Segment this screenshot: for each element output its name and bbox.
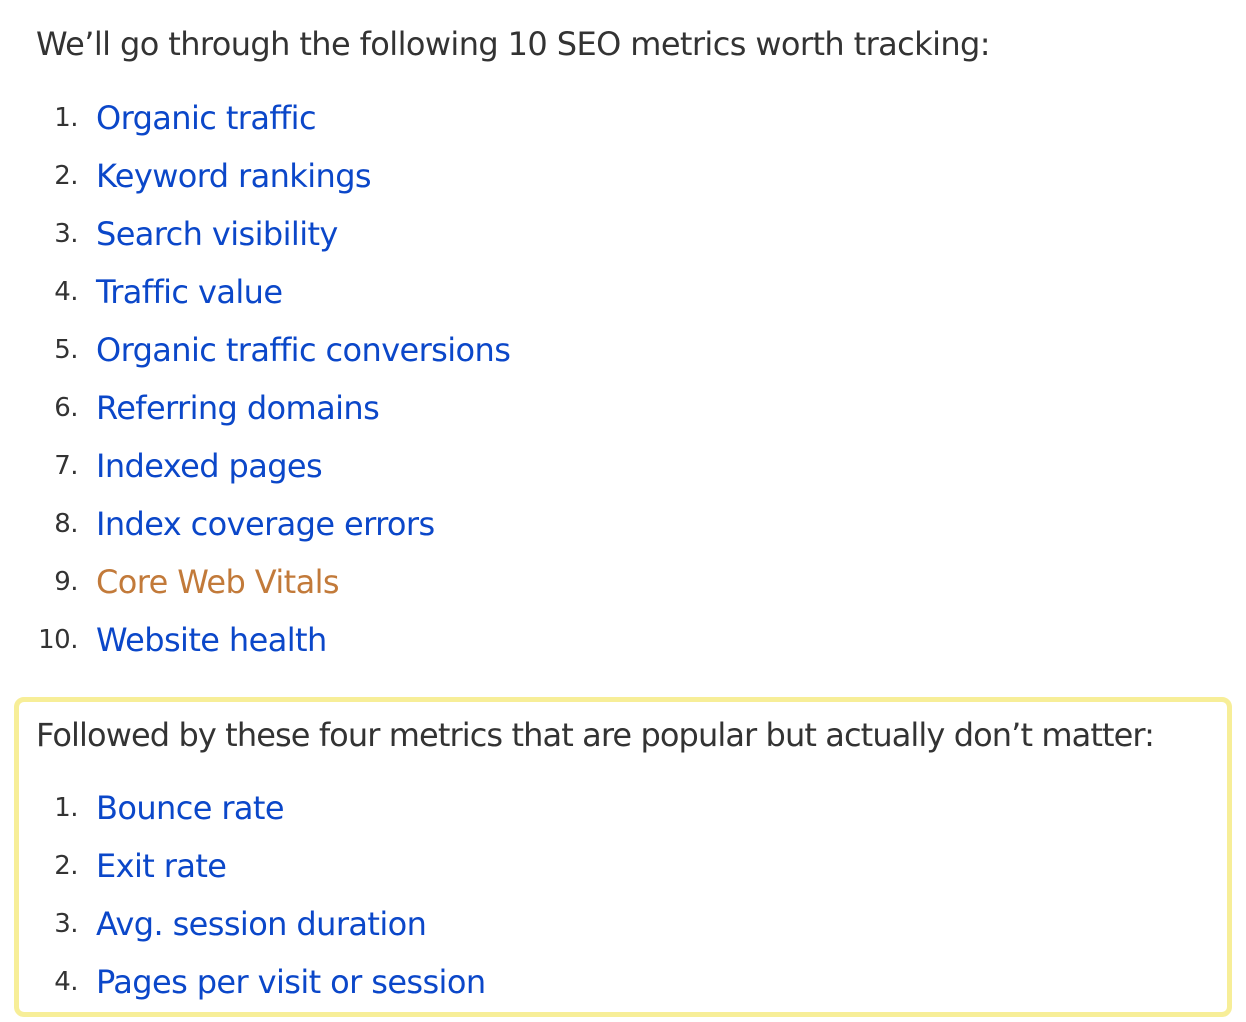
link-referring-domains[interactable]: Referring domains (96, 379, 380, 437)
list-number: 7. (54, 451, 78, 481)
link-core-web-vitals[interactable]: Core Web Vitals (96, 553, 340, 611)
link-traffic-value[interactable]: Traffic value (96, 263, 283, 321)
link-bounce-rate[interactable]: Bounce rate (96, 779, 285, 837)
link-pages-per-visit[interactable]: Pages per visit or session (96, 953, 486, 1011)
list-number: 2. (54, 851, 78, 881)
link-exit-rate[interactable]: Exit rate (96, 837, 227, 895)
list-number: 5. (54, 335, 78, 365)
list-number: 10. (38, 625, 78, 655)
list-number: 2. (54, 161, 78, 191)
list-number: 9. (54, 567, 78, 597)
list-number: 6. (54, 393, 78, 423)
link-index-coverage-errors[interactable]: Index coverage errors (96, 495, 435, 553)
link-indexed-pages[interactable]: Indexed pages (96, 437, 323, 495)
list-number: 3. (54, 909, 78, 939)
list-number: 1. (54, 793, 78, 823)
list-number: 1. (54, 103, 78, 133)
link-organic-traffic[interactable]: Organic traffic (96, 89, 317, 147)
link-website-health[interactable]: Website health (96, 611, 327, 669)
link-organic-traffic-conversions[interactable]: Organic traffic conversions (96, 321, 511, 379)
list-number: 3. (54, 219, 78, 249)
link-search-visibility[interactable]: Search visibility (96, 205, 338, 263)
list-number: 4. (54, 277, 78, 307)
link-keyword-rankings[interactable]: Keyword rankings (96, 147, 372, 205)
list-number: 4. (54, 967, 78, 997)
list-number: 8. (54, 509, 78, 539)
highlight-intro-paragraph: Followed by these four metrics that are … (36, 716, 1155, 754)
intro-paragraph: We’ll go through the following 10 SEO me… (36, 25, 991, 63)
link-avg-session-duration[interactable]: Avg. session duration (96, 895, 427, 953)
